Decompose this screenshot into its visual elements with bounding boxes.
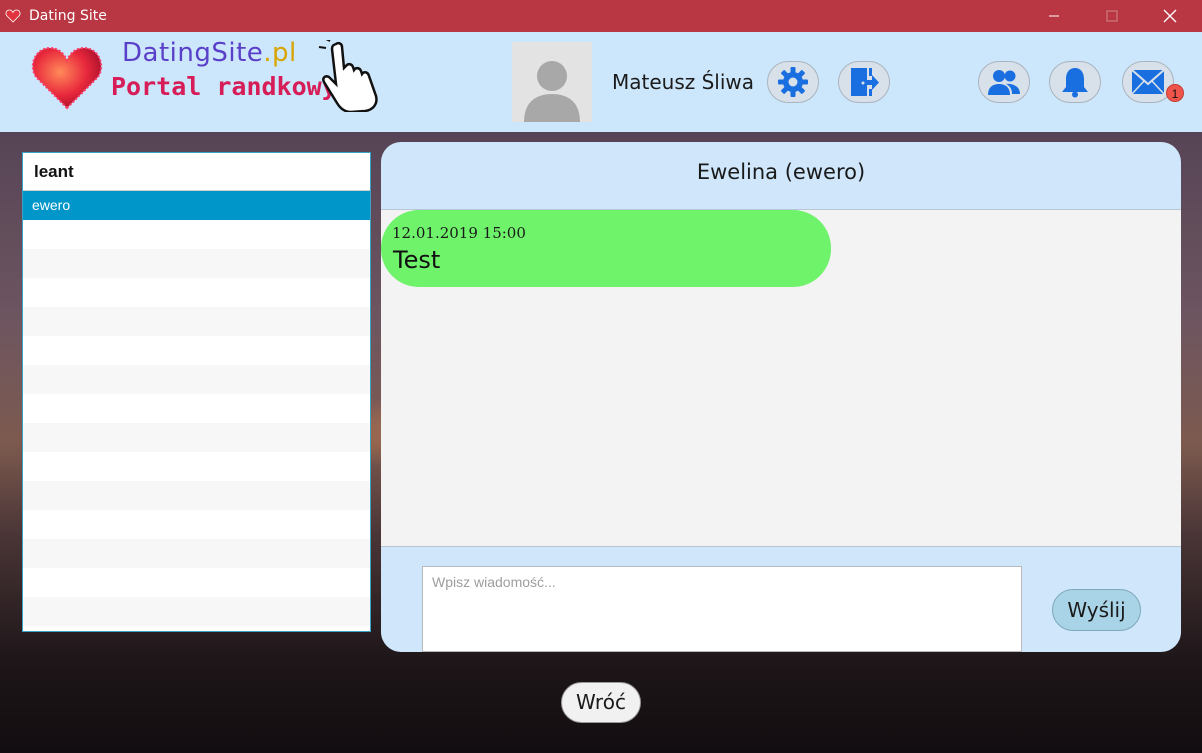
maximize-icon bbox=[1106, 10, 1118, 22]
logout-icon bbox=[851, 68, 879, 96]
friends-icon bbox=[988, 70, 1020, 95]
person-placeholder-icon bbox=[524, 61, 580, 122]
notifications-button[interactable] bbox=[1049, 61, 1101, 103]
list-item-empty bbox=[23, 278, 370, 307]
message-bubble: 12.01.2019 15:00 Test bbox=[381, 210, 831, 287]
messages-badge: 1 bbox=[1166, 84, 1184, 102]
list-item-empty bbox=[23, 220, 370, 249]
app-header: DatingSite.pl Portal randkowy Mateusz Śl… bbox=[0, 32, 1202, 132]
contact-item-ewero[interactable]: ewero bbox=[23, 191, 370, 220]
maximize-button[interactable] bbox=[1083, 0, 1141, 32]
list-item-empty bbox=[23, 539, 370, 568]
list-item-empty bbox=[23, 249, 370, 278]
logo-tagline: Portal randkowy bbox=[111, 72, 337, 101]
message-input[interactable]: Wpisz wiadomość... bbox=[422, 566, 1022, 652]
heart-app-icon bbox=[5, 9, 21, 23]
window-titlebar: Dating Site bbox=[0, 0, 1202, 32]
list-item-empty bbox=[23, 510, 370, 539]
back-button[interactable]: Wróć bbox=[561, 682, 641, 723]
message-text: Test bbox=[393, 246, 441, 274]
pointing-hand-icon bbox=[318, 40, 378, 112]
list-item-empty bbox=[23, 568, 370, 597]
friends-button[interactable] bbox=[978, 61, 1030, 103]
list-item-empty bbox=[23, 481, 370, 510]
list-item-empty bbox=[23, 365, 370, 394]
window-title: Dating Site bbox=[29, 8, 107, 24]
logout-button[interactable] bbox=[838, 61, 890, 103]
list-item-empty bbox=[23, 597, 370, 626]
list-item-empty bbox=[23, 423, 370, 452]
send-button[interactable]: Wyślij bbox=[1052, 589, 1141, 631]
chat-messages-area[interactable]: 12.01.2019 15:00 Test bbox=[381, 209, 1181, 547]
list-item-empty bbox=[23, 452, 370, 481]
list-item-empty bbox=[23, 307, 370, 336]
list-item-empty bbox=[23, 394, 370, 423]
contacts-empty-rows bbox=[23, 220, 370, 626]
chat-panel: Ewelina (ewero) 12.01.2019 15:00 Test Wp… bbox=[381, 142, 1181, 652]
heart-logo-icon bbox=[31, 46, 103, 110]
message-timestamp: 12.01.2019 15:00 bbox=[392, 224, 526, 242]
logo-site-name: DatingSite.pl bbox=[122, 38, 297, 68]
mail-icon bbox=[1131, 69, 1165, 95]
close-icon bbox=[1163, 9, 1177, 23]
list-item-empty bbox=[23, 336, 370, 365]
minimize-icon bbox=[1049, 15, 1059, 17]
bell-icon bbox=[1062, 68, 1088, 98]
user-name: Mateusz Śliwa bbox=[612, 70, 755, 94]
settings-button[interactable] bbox=[767, 61, 819, 103]
user-avatar[interactable] bbox=[512, 42, 592, 122]
chat-title: Ewelina (ewero) bbox=[696, 160, 866, 184]
contacts-list[interactable]: leant ewero bbox=[22, 152, 371, 632]
contacts-list-header: leant bbox=[23, 153, 370, 191]
minimize-button[interactable] bbox=[1025, 0, 1083, 32]
close-button[interactable] bbox=[1141, 0, 1199, 32]
settings-icon bbox=[778, 67, 808, 97]
